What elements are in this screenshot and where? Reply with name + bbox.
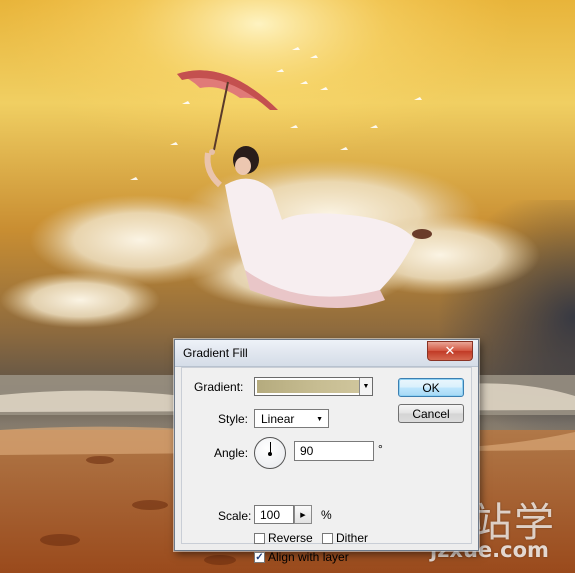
ok-button[interactable]: OK (398, 378, 464, 397)
dialog-titlebar[interactable]: Gradient Fill ✕ (175, 340, 478, 367)
scale-stepper-button[interactable]: ▶ (294, 505, 312, 524)
gradient-dropdown-button[interactable]: ▼ (359, 378, 372, 395)
gradient-fill-dialog: Gradient Fill ✕ Gradient: ▼ Style: Linea… (174, 339, 479, 564)
close-button[interactable]: ✕ (427, 341, 473, 361)
align-with-layer-label: Align with layer (268, 550, 349, 564)
gradient-swatch[interactable] (257, 380, 359, 393)
angle-dial-icon[interactable] (254, 437, 286, 469)
align-with-layer-checkbox[interactable]: ✓ (254, 552, 265, 563)
angle-label: Angle: (214, 446, 249, 460)
cancel-button-label: Cancel (412, 406, 450, 421)
close-icon: ✕ (444, 343, 456, 359)
chevron-down-icon: ▼ (362, 383, 370, 390)
triangle-right-icon: ▶ (300, 511, 306, 519)
checkmark-icon: ✓ (255, 552, 264, 563)
dither-checkbox[interactable] (322, 533, 333, 544)
cancel-button[interactable]: Cancel (398, 404, 464, 423)
scale-unit: % (321, 508, 332, 522)
style-select[interactable]: Linear ▼ (254, 409, 329, 428)
gradient-label: Gradient: (194, 380, 244, 394)
reverse-label: Reverse (268, 531, 313, 545)
scale-label: Scale: (218, 509, 252, 523)
angle-dial-center (268, 452, 272, 456)
dialog-body: Gradient: ▼ Style: Linear ▼ Angle: 90 ° … (181, 367, 472, 564)
style-label: Style: (218, 412, 249, 426)
scale-input[interactable]: 100 (254, 505, 294, 524)
style-select-value: Linear (261, 412, 295, 426)
angle-unit: ° (378, 442, 383, 456)
reverse-checkbox[interactable] (254, 533, 265, 544)
dither-label: Dither (336, 531, 369, 545)
ok-button-label: OK (422, 380, 440, 395)
gradient-picker[interactable]: ▼ (254, 377, 373, 396)
angle-input[interactable]: 90 (294, 441, 374, 461)
dialog-title: Gradient Fill (183, 346, 248, 360)
chevron-down-icon: ▼ (316, 416, 323, 423)
